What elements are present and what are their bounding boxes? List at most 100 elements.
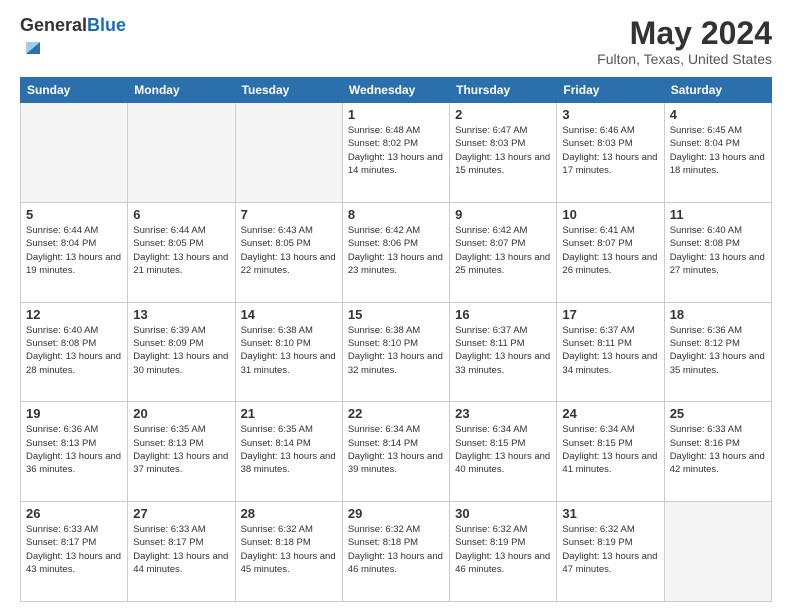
calendar-cell: 18 Sunrise: 6:36 AM Sunset: 8:12 PM Dayli… — [664, 302, 771, 402]
calendar-cell: 20 Sunrise: 6:35 AM Sunset: 8:13 PM Dayli… — [128, 402, 235, 502]
day-number: 12 — [26, 307, 122, 322]
day-info: Sunrise: 6:36 AM Sunset: 8:12 PM Dayligh… — [670, 324, 766, 377]
calendar-cell: 12 Sunrise: 6:40 AM Sunset: 8:08 PM Dayli… — [21, 302, 128, 402]
day-number: 16 — [455, 307, 551, 322]
calendar-cell: 6 Sunrise: 6:44 AM Sunset: 8:05 PM Daylig… — [128, 202, 235, 302]
day-info: Sunrise: 6:40 AM Sunset: 8:08 PM Dayligh… — [670, 224, 766, 277]
calendar-cell: 5 Sunrise: 6:44 AM Sunset: 8:04 PM Daylig… — [21, 202, 128, 302]
header: GeneralBlue May 2024 Fulton, Texas, Unit… — [20, 16, 772, 67]
calendar-cell: 13 Sunrise: 6:39 AM Sunset: 8:09 PM Dayli… — [128, 302, 235, 402]
day-info: Sunrise: 6:43 AM Sunset: 8:05 PM Dayligh… — [241, 224, 337, 277]
day-info: Sunrise: 6:48 AM Sunset: 8:02 PM Dayligh… — [348, 124, 444, 177]
day-number: 11 — [670, 207, 766, 222]
calendar-cell: 15 Sunrise: 6:38 AM Sunset: 8:10 PM Dayli… — [342, 302, 449, 402]
day-info: Sunrise: 6:39 AM Sunset: 8:09 PM Dayligh… — [133, 324, 229, 377]
calendar-cell: 19 Sunrise: 6:36 AM Sunset: 8:13 PM Dayli… — [21, 402, 128, 502]
calendar-cell: 8Sunrise: 6:42 AM Sunset: 8:06 PM Daylig… — [342, 202, 449, 302]
weekday-header-thursday: Thursday — [450, 78, 557, 103]
day-info: Sunrise: 6:34 AM Sunset: 8:15 PM Dayligh… — [455, 423, 551, 476]
weekday-header-wednesday: Wednesday — [342, 78, 449, 103]
day-number: 31 — [562, 506, 658, 521]
calendar-cell: 11 Sunrise: 6:40 AM Sunset: 8:08 PM Dayli… — [664, 202, 771, 302]
calendar-cell — [664, 502, 771, 602]
day-info: Sunrise: 6:35 AM Sunset: 8:13 PM Dayligh… — [133, 423, 229, 476]
calendar-week-2: 12 Sunrise: 6:40 AM Sunset: 8:08 PM Dayli… — [21, 302, 772, 402]
logo-text: GeneralBlue — [20, 16, 126, 36]
day-info: Sunrise: 6:34 AM Sunset: 8:14 PM Dayligh… — [348, 423, 444, 476]
calendar-week-0: 1Sunrise: 6:48 AM Sunset: 8:02 PM Daylig… — [21, 103, 772, 203]
day-info: Sunrise: 6:40 AM Sunset: 8:08 PM Dayligh… — [26, 324, 122, 377]
calendar-cell: 4 Sunrise: 6:45 AM Sunset: 8:04 PM Daylig… — [664, 103, 771, 203]
day-info: Sunrise: 6:44 AM Sunset: 8:05 PM Dayligh… — [133, 224, 229, 277]
calendar-cell: 22Sunrise: 6:34 AM Sunset: 8:14 PM Dayli… — [342, 402, 449, 502]
day-info: Sunrise: 6:37 AM Sunset: 8:11 PM Dayligh… — [455, 324, 551, 377]
calendar-header-row: SundayMondayTuesdayWednesdayThursdayFrid… — [21, 78, 772, 103]
day-info: Sunrise: 6:42 AM Sunset: 8:06 PM Dayligh… — [348, 224, 444, 277]
logo: GeneralBlue — [20, 16, 126, 63]
day-info: Sunrise: 6:41 AM Sunset: 8:07 PM Dayligh… — [562, 224, 658, 277]
calendar-cell: 27 Sunrise: 6:33 AM Sunset: 8:17 PM Dayli… — [128, 502, 235, 602]
day-info: Sunrise: 6:45 AM Sunset: 8:04 PM Dayligh… — [670, 124, 766, 177]
calendar-cell — [21, 103, 128, 203]
calendar-cell: 3 Sunrise: 6:46 AM Sunset: 8:03 PM Daylig… — [557, 103, 664, 203]
weekday-header-saturday: Saturday — [664, 78, 771, 103]
day-info: Sunrise: 6:37 AM Sunset: 8:11 PM Dayligh… — [562, 324, 658, 377]
day-info: Sunrise: 6:36 AM Sunset: 8:13 PM Dayligh… — [26, 423, 122, 476]
page: GeneralBlue May 2024 Fulton, Texas, Unit… — [0, 0, 792, 612]
logo-blue: Blue — [87, 15, 126, 35]
day-number: 24 — [562, 406, 658, 421]
day-info: Sunrise: 6:44 AM Sunset: 8:04 PM Dayligh… — [26, 224, 122, 277]
day-number: 10 — [562, 207, 658, 222]
day-number: 4 — [670, 107, 766, 122]
weekday-header-tuesday: Tuesday — [235, 78, 342, 103]
day-info: Sunrise: 6:34 AM Sunset: 8:15 PM Dayligh… — [562, 423, 658, 476]
calendar-week-4: 26 Sunrise: 6:33 AM Sunset: 8:17 PM Dayli… — [21, 502, 772, 602]
day-info: Sunrise: 6:47 AM Sunset: 8:03 PM Dayligh… — [455, 124, 551, 177]
calendar-cell — [235, 103, 342, 203]
calendar-table: SundayMondayTuesdayWednesdayThursdayFrid… — [20, 77, 772, 602]
calendar-cell: 26 Sunrise: 6:33 AM Sunset: 8:17 PM Dayli… — [21, 502, 128, 602]
day-number: 14 — [241, 307, 337, 322]
day-number: 30 — [455, 506, 551, 521]
day-info: Sunrise: 6:46 AM Sunset: 8:03 PM Dayligh… — [562, 124, 658, 177]
day-number: 13 — [133, 307, 229, 322]
day-number: 28 — [241, 506, 337, 521]
calendar-cell: 10 Sunrise: 6:41 AM Sunset: 8:07 PM Dayli… — [557, 202, 664, 302]
day-number: 17 — [562, 307, 658, 322]
day-number: 2 — [455, 107, 551, 122]
day-number: 25 — [670, 406, 766, 421]
day-info: Sunrise: 6:32 AM Sunset: 8:19 PM Dayligh… — [455, 523, 551, 576]
day-number: 3 — [562, 107, 658, 122]
calendar-cell: 30 Sunrise: 6:32 AM Sunset: 8:19 PM Dayli… — [450, 502, 557, 602]
day-info: Sunrise: 6:38 AM Sunset: 8:10 PM Dayligh… — [348, 324, 444, 377]
day-number: 6 — [133, 207, 229, 222]
day-info: Sunrise: 6:42 AM Sunset: 8:07 PM Dayligh… — [455, 224, 551, 277]
calendar-cell: 21Sunrise: 6:35 AM Sunset: 8:14 PM Dayli… — [235, 402, 342, 502]
weekday-header-monday: Monday — [128, 78, 235, 103]
calendar-cell: 17 Sunrise: 6:37 AM Sunset: 8:11 PM Dayli… — [557, 302, 664, 402]
day-number: 19 — [26, 406, 122, 421]
weekday-header-friday: Friday — [557, 78, 664, 103]
day-info: Sunrise: 6:38 AM Sunset: 8:10 PM Dayligh… — [241, 324, 337, 377]
calendar-week-3: 19 Sunrise: 6:36 AM Sunset: 8:13 PM Dayli… — [21, 402, 772, 502]
day-number: 18 — [670, 307, 766, 322]
logo-general: General — [20, 15, 87, 35]
calendar-cell: 16 Sunrise: 6:37 AM Sunset: 8:11 PM Dayli… — [450, 302, 557, 402]
location: Fulton, Texas, United States — [597, 51, 772, 67]
day-number: 20 — [133, 406, 229, 421]
calendar-cell: 29Sunrise: 6:32 AM Sunset: 8:18 PM Dayli… — [342, 502, 449, 602]
day-number: 29 — [348, 506, 444, 521]
day-number: 15 — [348, 307, 444, 322]
calendar-cell: 24 Sunrise: 6:34 AM Sunset: 8:15 PM Dayli… — [557, 402, 664, 502]
calendar-cell: 9Sunrise: 6:42 AM Sunset: 8:07 PM Daylig… — [450, 202, 557, 302]
day-number: 26 — [26, 506, 122, 521]
calendar-cell: 31Sunrise: 6:32 AM Sunset: 8:19 PM Dayli… — [557, 502, 664, 602]
day-info: Sunrise: 6:33 AM Sunset: 8:17 PM Dayligh… — [133, 523, 229, 576]
day-number: 27 — [133, 506, 229, 521]
day-info: Sunrise: 6:32 AM Sunset: 8:18 PM Dayligh… — [241, 523, 337, 576]
calendar-cell — [128, 103, 235, 203]
day-info: Sunrise: 6:33 AM Sunset: 8:16 PM Dayligh… — [670, 423, 766, 476]
day-info: Sunrise: 6:33 AM Sunset: 8:17 PM Dayligh… — [26, 523, 122, 576]
day-number: 5 — [26, 207, 122, 222]
calendar-cell: 2 Sunrise: 6:47 AM Sunset: 8:03 PM Daylig… — [450, 103, 557, 203]
